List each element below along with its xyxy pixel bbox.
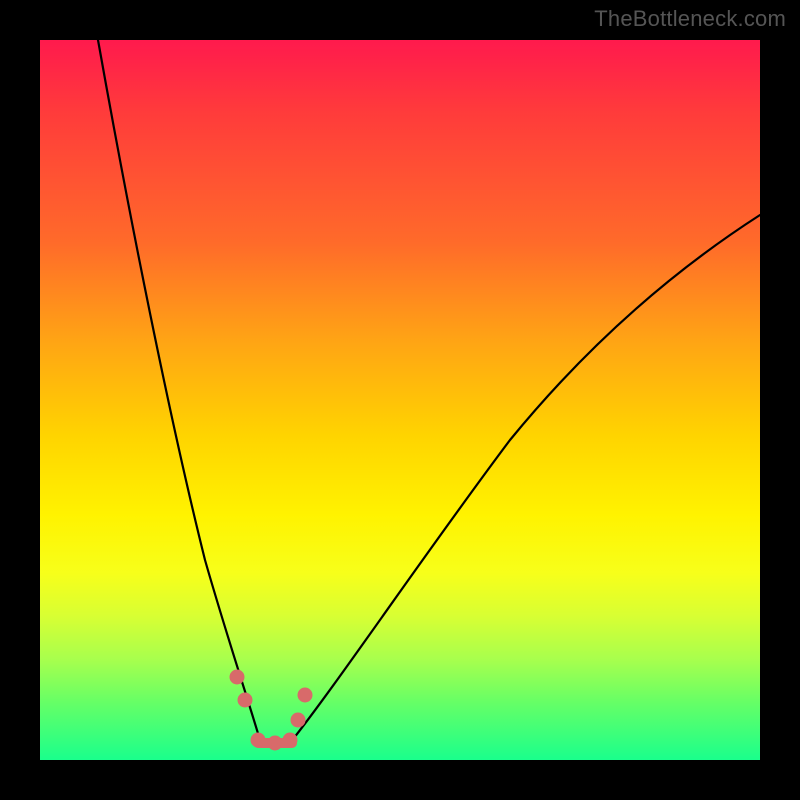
left-curve [98, 40, 260, 740]
right-curve [290, 215, 760, 743]
plot-area [40, 40, 760, 760]
chart-frame: TheBottleneck.com [0, 0, 800, 800]
valley-markers [230, 670, 312, 750]
watermark-text: TheBottleneck.com [594, 6, 786, 32]
curve-layer [40, 40, 760, 760]
